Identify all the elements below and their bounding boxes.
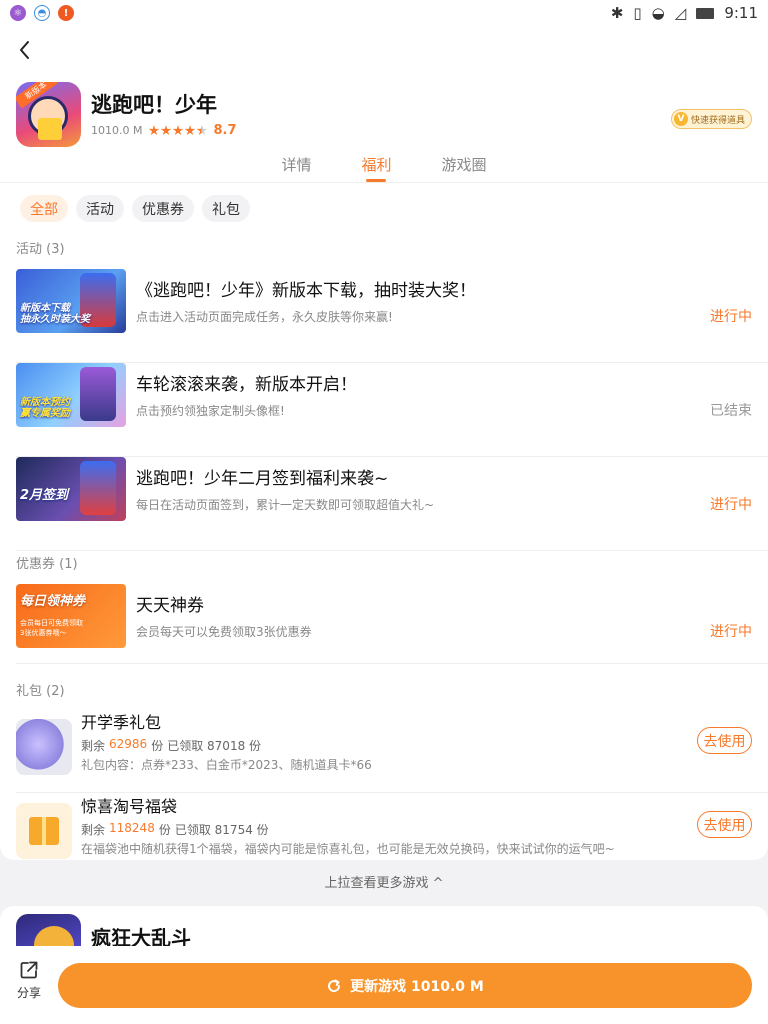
qq-icon: ◓ — [34, 5, 50, 21]
tab-bar: 详情 福利 游戏圈 — [0, 154, 768, 182]
rating-stars — [148, 125, 208, 136]
gift-stock: 剩余 118248 份 已领取 81754 份 — [81, 821, 269, 838]
coupon-thumb-title: 每日领神券 — [20, 594, 86, 609]
update-label: 更新游戏 1010.0 M — [350, 978, 484, 995]
activity-status: 已结束 — [710, 403, 752, 419]
coupon-thumbnail: 每日领神券 会员每日可免费领取 3张优惠券哦～ — [16, 584, 126, 648]
gift-pack-icon — [16, 719, 72, 775]
v-icon: V — [673, 112, 688, 126]
clock: 9:11 — [724, 4, 758, 22]
character-sign — [38, 118, 62, 140]
coupon-status: 进行中 — [710, 624, 752, 640]
star-icon — [184, 125, 196, 136]
gift-title: 开学季礼包 — [81, 713, 162, 732]
unit-label: 份 — [158, 823, 171, 837]
activity-row[interactable]: 2月签到 逃跑吧！少年二月签到福利来袭~ 每日在活动页面签到，累计一定天数即可领… — [16, 457, 768, 551]
quick-item-badge[interactable]: V 快速获得道具 — [670, 109, 752, 129]
activity-status: 进行中 — [710, 497, 752, 513]
tab-details[interactable]: 详情 — [281, 154, 311, 182]
activity-thumbnail: 新版本下载 抽永久时装大奖 — [16, 269, 126, 333]
gift-stock: 剩余 62986 份 已领取 87018 份 — [81, 737, 261, 754]
activity-title: 《逃跑吧！少年》新版本下载，抽时装大奖！ — [136, 281, 476, 301]
remaining-label: 剩余 — [81, 823, 106, 837]
coupon-desc: 会员每天可以免费领取3张优惠券 — [136, 625, 312, 639]
robot-figure — [80, 461, 116, 515]
filter-activities[interactable]: 活动 — [76, 195, 124, 222]
activity-row[interactable]: 新版本下载 抽永久时装大奖 《逃跑吧！少年》新版本下载，抽时装大奖！ 点击进入活… — [16, 269, 768, 363]
remaining-count: 118248 — [109, 821, 155, 835]
remaining-label: 剩余 — [81, 739, 106, 753]
thumbnail-caption: 新版本下载 抽永久时装大奖 — [20, 303, 90, 325]
tab-game-circle[interactable]: 游戏圈 — [442, 154, 487, 182]
bluetooth-icon: ✱ — [610, 4, 624, 22]
app-header: 新版本 逃跑吧！少年 1010.0 M 8.7 V 快速获得道具 详情 福利 游… — [0, 26, 768, 182]
app-meta: 1010.0 M 8.7 — [91, 123, 237, 138]
activity-desc: 点击预约领独家定制头像框! — [136, 404, 285, 418]
activity-desc: 每日在活动页面签到，累计一定天数即可领取超值大礼~ — [136, 498, 435, 512]
coupon-row[interactable]: 每日领神券 会员每日可免费领取 3张优惠券哦～ 天天神券 会员每天可以免费领取3… — [16, 584, 768, 664]
battery-icon — [696, 7, 715, 19]
thumbnail-caption: 2月签到 — [20, 488, 69, 503]
filter-chips: 全部 活动 优惠券 礼包 — [20, 195, 250, 222]
remaining-count: 62986 — [109, 737, 148, 751]
coupon-title: 天天神券 — [136, 596, 204, 616]
vibrate-icon: ▯ — [633, 4, 642, 22]
activity-thumbnail: 2月签到 — [16, 457, 126, 521]
gift-row[interactable]: 惊喜淘号福袋 剩余 118248 份 已领取 81754 份 在福袋池中随机获得… — [16, 793, 768, 877]
gift-content: 在福袋池中随机获得1个福袋，福袋内可能是惊喜礼包，也可能是无效兑换码，快来试试你… — [81, 842, 615, 856]
use-button[interactable]: 去使用 — [697, 727, 752, 754]
thumbnail-caption: 新版本预约 赢专属奖励 — [20, 397, 70, 419]
star-icon — [148, 125, 160, 136]
tab-welfare[interactable]: 福利 — [361, 154, 392, 182]
gift-content: 礼包内容：点券*233、白金币*2023、随机道具卡*66 — [81, 758, 372, 772]
coupons-section-title: 优惠券 (1) — [16, 557, 78, 572]
gift-title: 惊喜淘号福袋 — [81, 797, 178, 816]
star-icon — [160, 125, 172, 136]
quick-item-label: 快速获得道具 — [690, 115, 745, 126]
no-sim-icon: ◿ — [674, 4, 687, 22]
app-icon: 新版本 — [16, 82, 81, 147]
coupon-thumb-sub: 会员每日可免费领取 3张优惠券哦～ — [20, 619, 83, 637]
activity-desc: 点击进入活动页面完成任务，永久皮肤等你来赢! — [136, 310, 393, 324]
claimed-count: 已领取 87018 份 — [167, 739, 262, 753]
filter-coupons[interactable]: 优惠券 — [132, 195, 194, 222]
gift-row[interactable]: 开学季礼包 剩余 62986 份 已领取 87018 份 礼包内容：点券*233… — [16, 709, 768, 793]
half-star-icon — [196, 125, 208, 136]
status-bar: ⚛ ◓ ! ✱ ▯ ◒ ◿ 9:11 — [0, 0, 768, 26]
unit-label: 份 — [151, 739, 164, 753]
activity-thumbnail: 新版本预约 赢专属奖励 — [16, 363, 126, 427]
share-label: 分享 — [16, 986, 41, 1000]
bottom-bar: 分享 更新游戏 1010.0 M — [0, 946, 768, 1024]
activity-row[interactable]: 新版本预约 赢专属奖励 车轮滚滚来袭，新版本开启！ 点击预约领独家定制头像框! … — [16, 363, 768, 457]
app-size: 1010.0 M — [91, 124, 143, 137]
activity-title: 车轮滚滚来袭，新版本开启！ — [136, 375, 357, 395]
robot-figure — [80, 367, 116, 421]
share-button[interactable]: 分享 — [12, 960, 46, 1001]
wifi-icon: ◒ — [651, 4, 665, 22]
pull-up-more-tip[interactable]: 上拉查看更多游戏 ^ — [0, 872, 768, 891]
gifts-section-title: 礼包 (2) — [16, 684, 65, 699]
activities-section-title: 活动 (3) — [16, 242, 65, 257]
alert-icon: ! — [58, 5, 74, 21]
rating-score: 8.7 — [213, 123, 237, 138]
app-notification-icon: ⚛ — [10, 5, 26, 21]
gift-box-icon — [16, 803, 72, 859]
welfare-card: 全部 活动 优惠券 礼包 活动 (3) 新版本下载 抽永久时装大奖 《逃跑吧！少… — [0, 182, 768, 860]
share-icon — [20, 961, 38, 979]
filter-all[interactable]: 全部 — [20, 195, 68, 222]
star-icon — [172, 125, 184, 136]
filter-gifts[interactable]: 礼包 — [202, 195, 250, 222]
back-icon[interactable] — [12, 36, 40, 64]
claimed-count: 已领取 81754 份 — [174, 823, 269, 837]
refresh-icon — [328, 979, 341, 992]
activity-status: 进行中 — [710, 309, 752, 325]
update-game-button[interactable]: 更新游戏 1010.0 M — [58, 963, 752, 1008]
use-button[interactable]: 去使用 — [697, 811, 752, 838]
app-name: 逃跑吧！少年 — [91, 93, 217, 117]
activity-title: 逃跑吧！少年二月签到福利来袭~ — [136, 469, 389, 489]
